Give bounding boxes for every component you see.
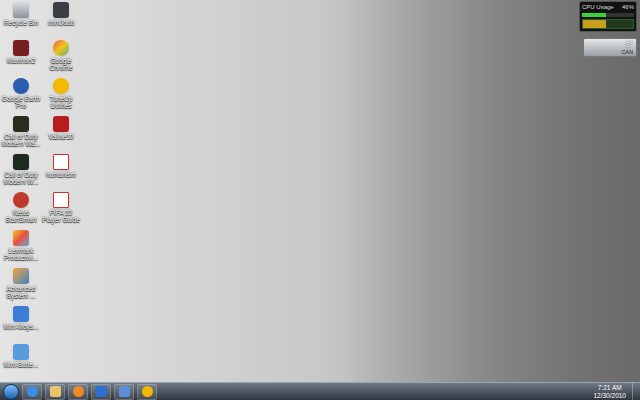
desktop-icons: Recycle Bin Maxthon2 Google Earth Pro Call … xyxy=(0,0,81,380)
app-icon xyxy=(13,2,29,18)
wallpaper xyxy=(340,0,640,382)
app-icon xyxy=(53,78,69,94)
app-icon xyxy=(142,386,153,397)
desktop-icon[interactable]: Recycle Bin xyxy=(1,0,41,38)
desktop-icon-label: Recycle Bin xyxy=(1,19,41,26)
app-icon xyxy=(13,306,29,322)
desktop-icon-label: Call of Duty Modern W... xyxy=(1,171,41,185)
desktop-icon[interactable]: Google Chrome xyxy=(41,38,81,76)
weather-gadget[interactable]: 3°CAN xyxy=(583,38,637,57)
pinned-app[interactable] xyxy=(45,384,65,400)
desktop-icon-label: Call of Duty Modern Wa... xyxy=(1,133,41,147)
pinned-app[interactable] xyxy=(22,384,42,400)
desktop: Recycle Bin Maxthon2 Google Earth Pro Call … xyxy=(0,0,640,382)
pinned-apps xyxy=(22,384,157,400)
app-icon xyxy=(13,154,29,170)
desktop-icon-label: Google Earth Pro xyxy=(1,95,41,109)
desktop-icon[interactable]: Lexmark Productivi... xyxy=(1,228,41,266)
desktop-icon[interactable]: Google Earth Pro xyxy=(1,76,41,114)
desktop-icon-label: TuneUp Utilities xyxy=(41,95,81,109)
desktop-icon[interactable]: Advanced System ... xyxy=(1,266,41,304)
desktop-icon[interactable]: miniJoob xyxy=(41,0,81,38)
pinned-app[interactable] xyxy=(91,384,111,400)
app-icon xyxy=(53,2,69,18)
weather-location: CAN xyxy=(621,49,633,55)
app-icon xyxy=(13,40,29,56)
app-icon xyxy=(73,386,84,397)
desktop-icon[interactable]: News StartSmart xyxy=(1,190,41,228)
app-icon xyxy=(96,386,107,397)
desktop-icon-label: FIFA 10 Player Guide xyxy=(41,209,81,223)
app-icon xyxy=(13,192,29,208)
app-icon xyxy=(53,154,69,170)
desktop-icon[interactable]: humanism xyxy=(41,152,81,190)
cpu-gadget[interactable]: CPU Usage 46% xyxy=(579,1,637,32)
desktop-icon-label: Maxthon2 xyxy=(1,57,41,64)
app-icon xyxy=(13,344,29,360)
desktop-icon[interactable]: FIFA 10 Player Guide xyxy=(41,190,81,228)
app-icon xyxy=(13,268,29,284)
desktop-icon[interactable]: TuneUp Utilities xyxy=(41,76,81,114)
clock-date: 12/30/2010 xyxy=(593,392,626,400)
app-icon xyxy=(53,40,69,56)
cpu-meter xyxy=(582,13,634,17)
app-icon xyxy=(27,386,38,397)
cpu-label: CPU Usage xyxy=(582,4,614,11)
desktop-icon-label: Mini-Moys... xyxy=(1,323,41,330)
desktop-icon[interactable]: Mini-Moys... xyxy=(1,304,41,342)
desktop-icon-label: Advanced System ... xyxy=(1,285,41,299)
desktop-icon[interactable]: Mini-Butte... xyxy=(1,342,41,380)
clock-time: 7:21 AM xyxy=(598,384,622,392)
app-icon xyxy=(53,192,69,208)
app-icon xyxy=(119,386,130,397)
app-icon xyxy=(13,78,29,94)
app-icon xyxy=(13,116,29,132)
start-button[interactable] xyxy=(3,384,19,400)
cpu-value: 46% xyxy=(622,4,634,11)
desktop-icon-label: Lexmark Productivi... xyxy=(1,247,41,261)
clock[interactable]: 7:21 AM12/30/2010 xyxy=(587,384,632,399)
desktop-icon-label: miniJoob xyxy=(41,19,81,26)
desktop-icon-label: Google Chrome xyxy=(41,57,81,71)
app-icon xyxy=(50,386,61,397)
cpu-graph xyxy=(582,19,634,29)
desktop-icon[interactable]: Call of Duty Modern W... xyxy=(1,152,41,190)
pinned-app[interactable] xyxy=(137,384,157,400)
pinned-app[interactable] xyxy=(114,384,134,400)
desktop-icon[interactable]: Call of Duty Modern Wa... xyxy=(1,114,41,152)
desktop-icon[interactable]: Maxthon2 xyxy=(1,38,41,76)
desktop-icon-label: humanism xyxy=(41,171,81,178)
taskbar: 7:21 AM12/30/2010 xyxy=(0,382,640,400)
pinned-app[interactable] xyxy=(68,384,88,400)
desktop-icon-label: Vallue10 xyxy=(41,133,81,140)
desktop-icon-label: Mini-Butte... xyxy=(1,361,41,368)
weather-temperature: 3° xyxy=(625,40,633,49)
desktop-icon[interactable]: Vallue10 xyxy=(41,114,81,152)
gadgets: CPU Usage 46% 3°CAN xyxy=(579,1,637,57)
app-icon xyxy=(13,230,29,246)
desktop-icon-label: News StartSmart xyxy=(1,209,41,223)
show-desktop-button[interactable] xyxy=(632,383,640,400)
desktop-screen: Recycle Bin Maxthon2 Google Earth Pro Call … xyxy=(0,0,640,400)
app-icon xyxy=(53,116,69,132)
